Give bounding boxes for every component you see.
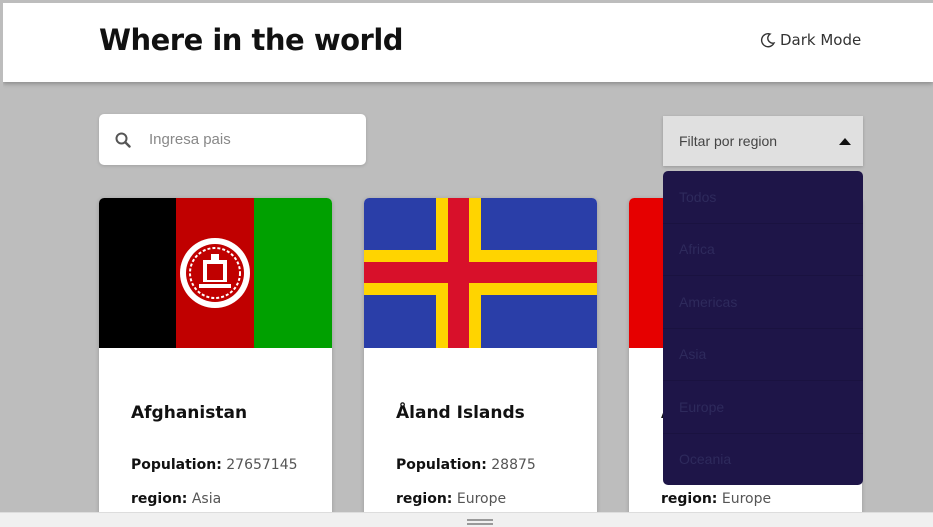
- region-option-asia[interactable]: Asia: [663, 329, 863, 381]
- flag-image: [99, 198, 332, 348]
- drag-handle-icon[interactable]: [467, 519, 493, 525]
- country-name: Åland Islands: [396, 403, 525, 423]
- resize-bar[interactable]: [0, 512, 933, 527]
- app-frame: Where in the world Dark Mode Filtar por …: [3, 3, 933, 527]
- top-header: Where in the world Dark Mode: [3, 3, 933, 82]
- caret-up-icon: [839, 137, 851, 145]
- region-filter-select[interactable]: Filtar por region: [663, 116, 863, 166]
- region-line: region: Europe: [661, 491, 772, 507]
- filter-label: Filtar por region: [679, 133, 778, 149]
- population-line: Population: 28875: [396, 457, 536, 473]
- country-card[interactable]: Åland Islands Population: 28875 region: …: [364, 198, 597, 527]
- country-card[interactable]: Afghanistan Population: 27657145 region:…: [99, 198, 332, 527]
- region-option-europe[interactable]: Europe: [663, 381, 863, 434]
- region-option-todos[interactable]: Todos: [663, 171, 863, 224]
- region-option-africa[interactable]: Africa: [663, 224, 863, 276]
- search-icon: [115, 132, 131, 148]
- search-input[interactable]: [149, 131, 339, 148]
- region-option-oceania[interactable]: Oceania: [663, 434, 863, 486]
- dark-mode-toggle[interactable]: Dark Mode: [760, 31, 861, 49]
- population-line: Population: 27657145: [131, 457, 298, 473]
- country-name: Afghanistan: [131, 403, 248, 423]
- region-dropdown-menu: Todos Africa Americas Asia Europe Oceani…: [663, 171, 863, 485]
- search-box[interactable]: [99, 114, 366, 165]
- moon-icon: [760, 33, 776, 48]
- flag-image: [364, 198, 597, 348]
- page-title: Where in the world: [99, 23, 404, 57]
- region-line: region: Europe: [396, 491, 507, 507]
- dark-mode-label: Dark Mode: [780, 31, 862, 49]
- region-line: region: Asia: [131, 491, 222, 507]
- region-option-americas[interactable]: Americas: [663, 276, 863, 329]
